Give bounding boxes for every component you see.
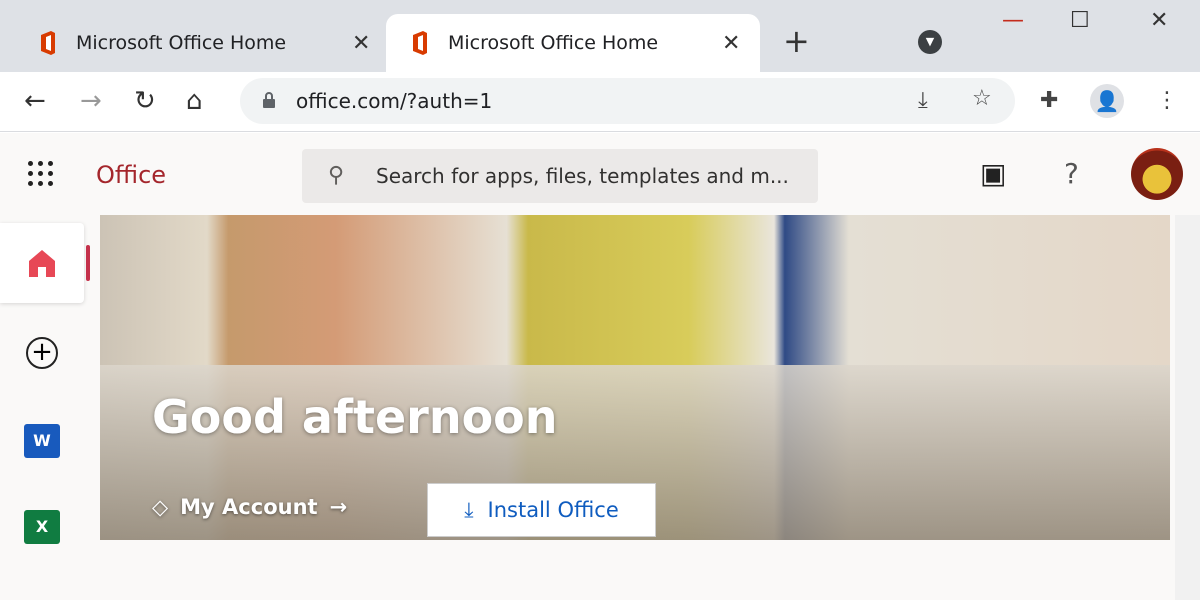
my-account-label: My Account xyxy=(180,495,318,519)
app-launcher-icon[interactable] xyxy=(28,161,54,187)
close-tab-icon[interactable]: ✕ xyxy=(352,31,370,56)
excel-icon: X xyxy=(24,510,60,544)
add-icon: + xyxy=(26,337,58,369)
rail-home[interactable] xyxy=(0,223,90,303)
avatar[interactable] xyxy=(1131,148,1183,200)
lock-icon xyxy=(263,92,275,108)
help-icon[interactable]: ? xyxy=(1064,157,1079,190)
browser-toolbar: ← → ↻ ⌂ office.com/?auth=1 ⤓ ☆ ✚ 👤 ⋮ xyxy=(0,72,1200,132)
reload-icon[interactable]: ↻ xyxy=(134,86,156,116)
back-icon[interactable]: ← xyxy=(24,86,46,116)
office-brand[interactable]: Office xyxy=(96,161,166,189)
office-app: Office ⚲ Search for apps, files, templat… xyxy=(0,133,1200,600)
office-logo-icon xyxy=(41,31,55,55)
install-office-button[interactable]: ⤓ Install Office xyxy=(427,483,656,537)
close-tab-icon[interactable]: ✕ xyxy=(722,31,740,56)
hero-banner: Good afternoon ◇ My Account → ⤓ Install … xyxy=(100,215,1170,540)
tab-search-icon[interactable]: ▼ xyxy=(918,30,942,54)
home-icon xyxy=(29,250,55,277)
tab-title: Microsoft Office Home xyxy=(448,32,659,54)
tab-1[interactable]: Microsoft Office Home ✕ xyxy=(20,14,382,72)
url-text[interactable]: office.com/?auth=1 xyxy=(296,89,492,113)
tab-strip: Microsoft Office Home ✕ Microsoft Office… xyxy=(0,0,1200,72)
tab-2[interactable]: Microsoft Office Home ✕ xyxy=(386,14,760,72)
rail-excel[interactable]: X xyxy=(0,487,84,567)
tab-title: Microsoft Office Home xyxy=(76,32,287,54)
office-header: Office ⚲ Search for apps, files, templat… xyxy=(0,133,1200,215)
office-logo-icon xyxy=(413,31,427,55)
home-icon[interactable]: ⌂ xyxy=(186,86,203,116)
meet-now-icon[interactable]: ▣ xyxy=(980,157,1006,190)
profile-icon[interactable]: 👤 xyxy=(1090,84,1124,118)
rail-create[interactable]: + xyxy=(0,313,84,393)
diamond-icon: ◇ xyxy=(152,495,169,519)
new-tab-icon[interactable]: + xyxy=(783,22,810,60)
selected-indicator xyxy=(86,245,90,281)
search-input[interactable]: ⚲ Search for apps, files, templates and … xyxy=(302,149,818,203)
close-window-icon[interactable]: ✕ xyxy=(1150,8,1168,33)
download-icon: ⤓ xyxy=(464,497,474,522)
search-placeholder: Search for apps, files, templates and m.… xyxy=(376,164,789,188)
rail-word[interactable]: W xyxy=(0,401,84,481)
install-office-label: Install Office xyxy=(487,498,619,522)
my-account-link[interactable]: ◇ My Account → xyxy=(152,495,347,519)
bookmark-star-icon[interactable]: ☆ xyxy=(972,86,992,111)
menu-icon[interactable]: ⋮ xyxy=(1156,88,1178,113)
extensions-icon[interactable]: ✚ xyxy=(1040,88,1058,113)
arrow-right-icon: → xyxy=(329,495,348,519)
minimize-icon[interactable]: — xyxy=(1002,8,1024,33)
search-icon: ⚲ xyxy=(328,163,345,188)
address-bar[interactable]: office.com/?auth=1 ⤓ ☆ xyxy=(240,78,1015,124)
word-icon: W xyxy=(24,424,60,458)
forward-icon[interactable]: → xyxy=(80,86,102,116)
scrollbar[interactable] xyxy=(1175,215,1200,600)
greeting: Good afternoon xyxy=(152,390,558,444)
install-app-icon[interactable]: ⤓ xyxy=(918,88,928,113)
maximize-icon[interactable]: ☐ xyxy=(1070,8,1090,33)
